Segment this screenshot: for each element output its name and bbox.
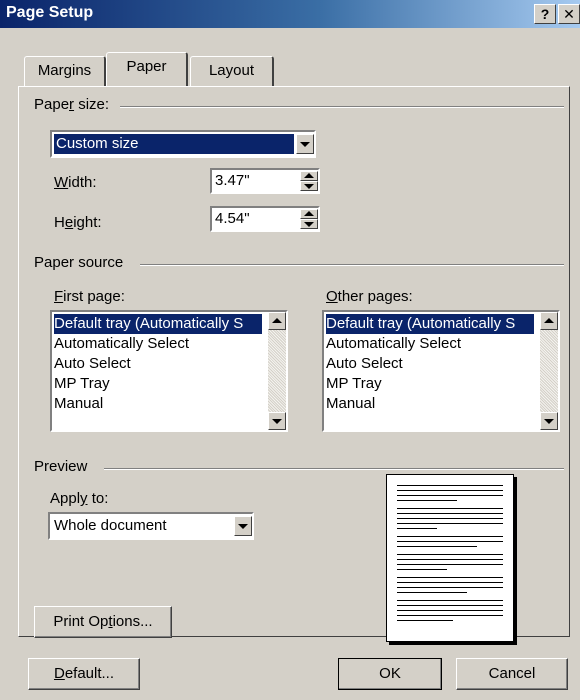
width-decrement-button[interactable] xyxy=(300,181,318,191)
height-decrement-button[interactable] xyxy=(300,219,318,229)
list-item[interactable]: Automatically Select xyxy=(54,334,262,354)
preview-text-line xyxy=(397,577,503,578)
cancel-button[interactable]: Cancel xyxy=(456,658,568,690)
apply-to-select[interactable]: Whole document xyxy=(48,512,254,540)
window-title: Page Setup xyxy=(6,4,94,21)
page-preview xyxy=(386,474,514,642)
paper-source-label: Paper source xyxy=(34,254,130,271)
tab-margins-label: Margins xyxy=(37,62,92,79)
preview-text-line xyxy=(397,508,503,509)
other-pages-listbox[interactable]: Default tray (Automatically S Automatica… xyxy=(322,310,560,432)
preview-text-line xyxy=(397,554,503,555)
title-bar[interactable]: Page Setup ? ✕ xyxy=(0,0,580,28)
arrow-up-icon xyxy=(544,318,554,323)
preview-text-line xyxy=(397,495,503,496)
tab-margins[interactable]: Margins xyxy=(24,56,106,86)
preview-text-line xyxy=(397,528,437,529)
paper-size-dropdown-button[interactable] xyxy=(296,134,314,154)
close-icon: ✕ xyxy=(563,6,575,22)
height-increment-button[interactable] xyxy=(300,209,318,219)
paper-size-value: Custom size xyxy=(54,134,294,154)
preview-text-line xyxy=(397,518,503,519)
preview-label: Preview xyxy=(34,458,94,475)
print-options-button[interactable]: Print Options... xyxy=(34,606,172,638)
preview-text-line xyxy=(397,490,503,491)
page-setup-dialog: Page Setup ? ✕ Margins Paper Layout Pape… xyxy=(0,0,580,700)
default-button[interactable]: Default... xyxy=(28,658,140,690)
preview-text-line xyxy=(397,610,503,611)
list-item[interactable]: Default tray (Automatically S xyxy=(326,314,534,334)
arrow-down-icon xyxy=(544,419,554,424)
chevron-down-icon xyxy=(238,524,248,529)
apply-to-dropdown-button[interactable] xyxy=(234,516,252,536)
preview-text-line xyxy=(397,541,503,542)
tab-layout[interactable]: Layout xyxy=(190,56,274,86)
paper-size-label: Paper size: xyxy=(34,96,116,113)
apply-to-value: Whole document xyxy=(54,517,167,534)
preview-text-line xyxy=(397,605,503,606)
preview-divider xyxy=(104,468,564,470)
preview-text-line xyxy=(397,546,477,547)
first-page-listbox[interactable]: Default tray (Automatically S Automatica… xyxy=(50,310,288,432)
width-value: 3.47" xyxy=(215,172,250,189)
preview-text-line xyxy=(397,582,503,583)
height-label: Height: xyxy=(54,214,102,231)
list-item[interactable]: Default tray (Automatically S xyxy=(54,314,262,334)
tab-paper-label: Paper xyxy=(126,58,167,75)
first-page-label: First page: xyxy=(54,288,125,305)
arrow-up-icon xyxy=(304,173,314,178)
ok-button[interactable]: OK xyxy=(338,658,442,690)
list-item[interactable]: MP Tray xyxy=(54,374,262,394)
arrow-down-icon xyxy=(272,419,282,424)
scroll-up-button[interactable] xyxy=(540,312,558,330)
preview-text-line xyxy=(397,615,503,616)
list-item[interactable]: Manual xyxy=(326,394,534,414)
close-button[interactable]: ✕ xyxy=(558,4,580,24)
list-item[interactable]: Auto Select xyxy=(54,354,262,374)
preview-text-line xyxy=(397,587,503,588)
other-pages-scrollbar[interactable] xyxy=(540,312,558,430)
preview-text-line xyxy=(397,592,467,593)
width-label: Width: xyxy=(54,174,97,191)
paper-size-divider xyxy=(120,106,564,108)
preview-text-line xyxy=(397,523,503,524)
preview-text-line xyxy=(397,564,503,565)
preview-text-line xyxy=(397,569,447,570)
tab-layout-label: Layout xyxy=(208,62,255,79)
arrow-up-icon xyxy=(304,211,314,216)
height-spinner[interactable]: 4.54" xyxy=(210,206,320,232)
preview-text-line xyxy=(397,536,503,537)
apply-to-label: Apply to: xyxy=(50,490,109,507)
other-pages-label: Other pages: xyxy=(326,288,413,305)
preview-text-line xyxy=(397,485,503,486)
chevron-down-icon xyxy=(300,142,310,147)
list-item[interactable]: Automatically Select xyxy=(326,334,534,354)
width-increment-button[interactable] xyxy=(300,171,318,181)
paper-source-divider xyxy=(140,264,564,266)
scroll-down-button[interactable] xyxy=(268,412,286,430)
preview-text-line xyxy=(397,500,457,501)
preview-text-line xyxy=(397,620,453,621)
scroll-down-button[interactable] xyxy=(540,412,558,430)
first-page-scrollbar[interactable] xyxy=(268,312,286,430)
height-value: 4.54" xyxy=(215,210,250,227)
preview-text-line xyxy=(397,513,503,514)
arrow-down-icon xyxy=(304,184,314,189)
tab-paper[interactable]: Paper xyxy=(106,52,188,86)
preview-text-line xyxy=(397,600,503,601)
width-spinner[interactable]: 3.47" xyxy=(210,168,320,194)
help-icon: ? xyxy=(540,6,550,22)
preview-text-line xyxy=(397,559,503,560)
paper-size-select[interactable]: Custom size xyxy=(50,130,316,158)
list-item[interactable]: Manual xyxy=(54,394,262,414)
list-item[interactable]: Auto Select xyxy=(326,354,534,374)
arrow-up-icon xyxy=(272,318,282,323)
scroll-up-button[interactable] xyxy=(268,312,286,330)
arrow-down-icon xyxy=(304,222,314,227)
list-item[interactable]: MP Tray xyxy=(326,374,534,394)
help-button[interactable]: ? xyxy=(534,4,556,24)
